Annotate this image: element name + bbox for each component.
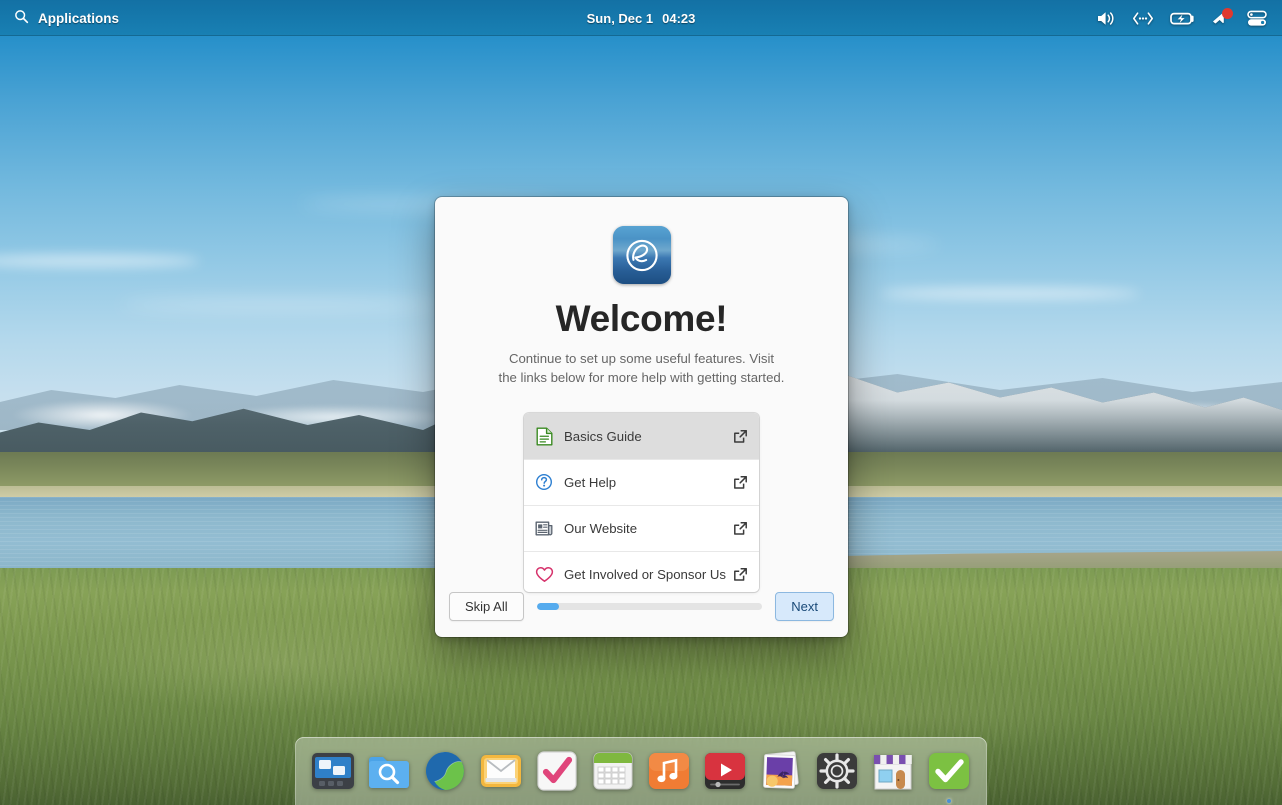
applications-menu-label: Applications (38, 11, 119, 26)
date-label: Sun, Dec 1 (587, 11, 653, 26)
dock-item-mail[interactable] (477, 747, 525, 795)
network-icon[interactable] (1132, 11, 1154, 26)
dock-item-videos[interactable] (701, 747, 749, 795)
panel-center-section: Sun, Dec 1 04:23 (0, 7, 1282, 30)
time-label: 04:23 (662, 11, 695, 26)
list-item-label: Basics Guide (564, 429, 733, 444)
volume-icon[interactable] (1096, 10, 1116, 27)
setup-progress-fill (537, 603, 560, 610)
dock-item-web-browser[interactable] (421, 747, 469, 795)
dock-item-system-settings[interactable] (813, 747, 861, 795)
help-links-list: Basics Guide Get He (524, 413, 759, 592)
list-item-get-involved[interactable]: Get Involved or Sponsor Us (524, 551, 759, 592)
next-button[interactable]: Next (775, 592, 834, 621)
dialog-action-bar: Skip All Next (435, 592, 848, 637)
panel-left-section: Applications (0, 5, 129, 31)
applications-menu-button[interactable]: Applications (8, 5, 129, 31)
dock-item-welcome[interactable] (925, 747, 973, 795)
list-item-label: Get Involved or Sponsor Us (564, 567, 733, 582)
skip-all-button[interactable]: Skip All (449, 592, 524, 621)
external-link-icon[interactable] (733, 475, 748, 490)
list-item-get-help[interactable]: Get Help (524, 459, 759, 505)
list-item-basics-guide[interactable]: Basics Guide (524, 413, 759, 459)
system-toggle-icon[interactable] (1246, 10, 1268, 27)
document-icon (534, 426, 554, 446)
running-indicator-dot (947, 799, 951, 803)
newspaper-icon (534, 518, 554, 538)
help-circle-icon (534, 472, 554, 492)
setup-progress-bar (537, 603, 763, 610)
notification-badge (1222, 8, 1233, 19)
list-item-label: Our Website (564, 521, 733, 536)
battery-charging-icon[interactable] (1170, 11, 1195, 26)
dock-item-appcenter[interactable] (869, 747, 917, 795)
dock-item-photos[interactable] (757, 747, 805, 795)
cloud-wisp (0, 255, 200, 267)
list-item-label: Get Help (564, 475, 733, 490)
app-logo-wrap (435, 226, 848, 284)
search-icon (14, 9, 29, 27)
page-title: Welcome! (435, 298, 848, 340)
cloud-wisp (880, 288, 1140, 299)
dock-item-tasks[interactable] (533, 747, 581, 795)
external-link-icon[interactable] (733, 429, 748, 444)
external-link-icon[interactable] (733, 567, 748, 582)
external-link-icon[interactable] (733, 521, 748, 536)
dock-item-calendar[interactable] (589, 747, 637, 795)
list-item-our-website[interactable]: Our Website (524, 505, 759, 551)
notifications-icon[interactable] (1211, 10, 1230, 27)
dock (295, 737, 987, 805)
welcome-dialog: Welcome! Continue to set up some useful … (435, 197, 848, 637)
dock-item-multitasking-view[interactable] (309, 747, 357, 795)
date-time-indicator[interactable]: Sun, Dec 1 04:23 (579, 7, 704, 30)
dock-item-music[interactable] (645, 747, 693, 795)
heart-icon (534, 564, 554, 584)
welcome-subtitle: Continue to set up some useful features.… (499, 349, 785, 387)
elementary-logo-icon (613, 226, 671, 284)
top-panel: Applications Sun, Dec 1 04:23 (0, 0, 1282, 36)
desktop[interactable]: Applications Sun, Dec 1 04:23 (0, 0, 1282, 805)
dock-item-files[interactable] (365, 747, 413, 795)
panel-right-section (1096, 10, 1282, 27)
cloud-wisp (120, 300, 440, 310)
